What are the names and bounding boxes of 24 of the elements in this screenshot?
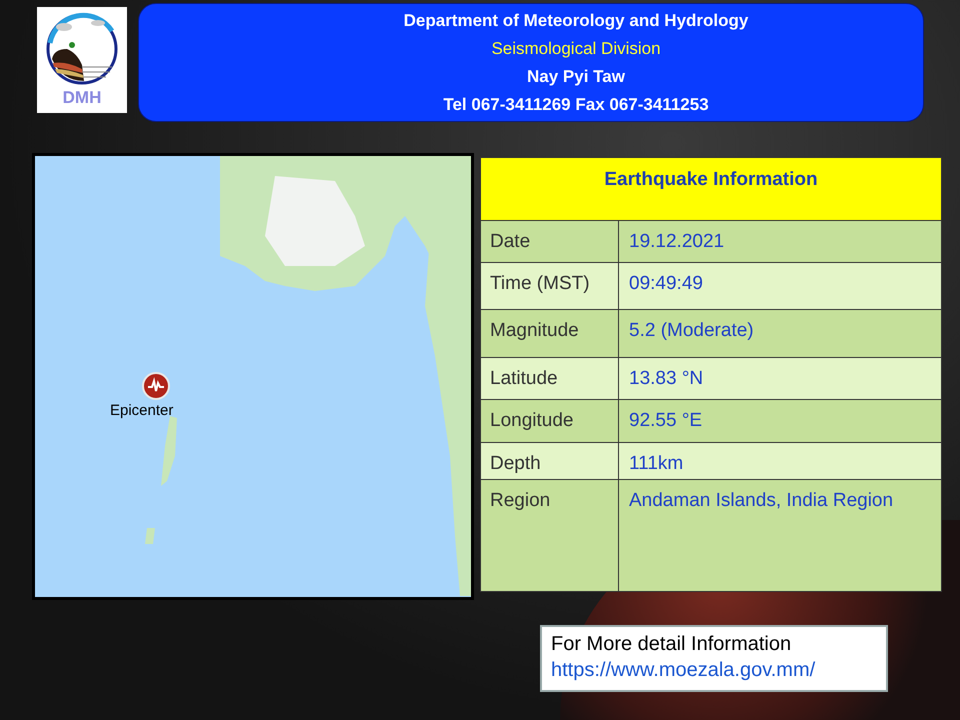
- row-value: 19.12.2021: [628, 230, 726, 254]
- row-label: Longitude: [481, 400, 619, 442]
- header-text: Nay Pyi Taw: [527, 66, 625, 88]
- row-label: Magnitude: [481, 310, 619, 357]
- row-label: Time (MST): [481, 263, 619, 309]
- row-value: 09:49:49: [628, 272, 704, 296]
- row-label: Depth: [481, 443, 619, 479]
- row-label: Date: [481, 221, 619, 262]
- row-value: 5.2 (Moderate): [628, 319, 755, 343]
- logo-text: DMH: [62, 89, 102, 106]
- row-value: Andaman Islands, India Region: [628, 489, 894, 513]
- table-title: Earthquake Information: [481, 158, 941, 221]
- header-text: Tel 067-3411269 Fax 067-3411253: [443, 94, 709, 116]
- row-label: Latitude: [481, 358, 619, 399]
- info-text: For More detail Information: [551, 632, 792, 657]
- division-name: Seismological Division: [491, 38, 661, 60]
- epicenter-label: Epicenter: [110, 402, 174, 421]
- department-title: Department of Meteorology and Hydrology: [404, 10, 748, 32]
- row-value: 111km: [628, 452, 684, 476]
- row-value: 92.55 °E: [628, 409, 704, 433]
- epicenter-marker-icon: [141, 371, 171, 401]
- row-label: Region: [481, 480, 619, 591]
- website-link[interactable]: https://www.moezala.gov.mm/: [551, 657, 877, 683]
- row-value: 13.83 °N: [628, 367, 704, 391]
